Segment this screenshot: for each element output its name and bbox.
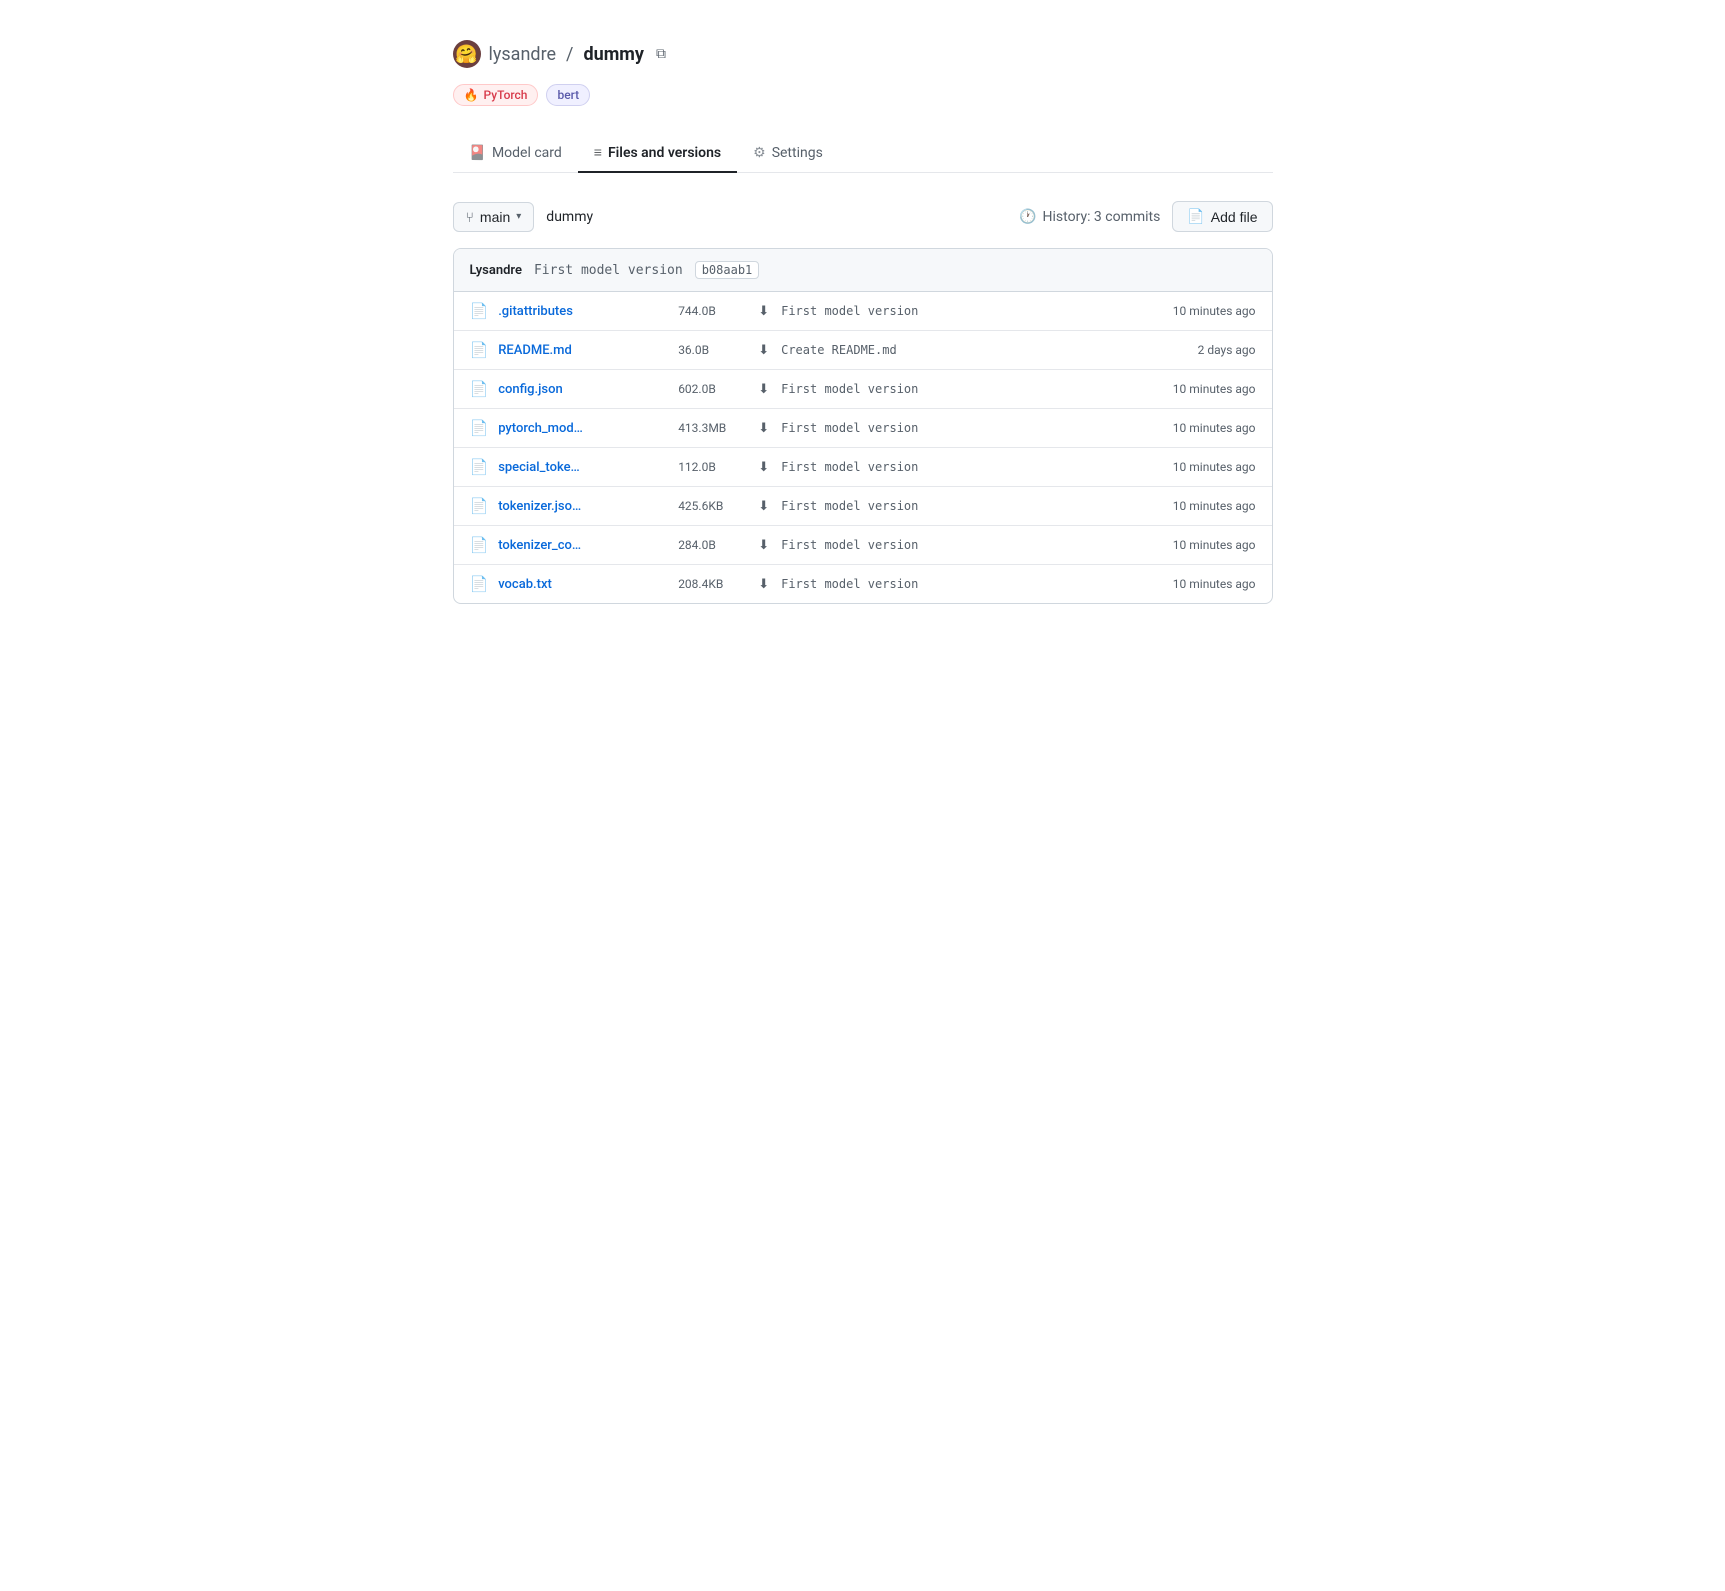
- file-table: Lysandre First model version b08aab1 📄 .…: [453, 248, 1273, 604]
- table-row: 📄 vocab.txt 208.4KB ⬇ First model versio…: [454, 565, 1272, 603]
- file-icon: 📄: [470, 380, 489, 398]
- tag-pytorch[interactable]: 🔥 PyTorch: [453, 84, 539, 106]
- file-icon: 📄: [470, 458, 489, 476]
- file-size: 208.4KB: [678, 577, 758, 591]
- settings-icon: ⚙: [753, 145, 766, 161]
- tabs: 🎴 Model card ≡ Files and versions ⚙ Sett…: [453, 134, 1273, 173]
- file-time: 10 minutes ago: [1136, 460, 1256, 474]
- file-plus-icon: 📄: [1187, 208, 1204, 225]
- add-file-button[interactable]: 📄 Add file: [1172, 201, 1272, 232]
- tab-settings[interactable]: ⚙ Settings: [737, 134, 839, 173]
- file-name[interactable]: README.md: [498, 343, 678, 358]
- file-commit: First model version: [781, 382, 1135, 396]
- table-row: 📄 pytorch_mod… 413.3MB ⬇ First model ver…: [454, 409, 1272, 448]
- history-label: History: 3 commits: [1043, 209, 1161, 225]
- download-icon[interactable]: ⬇: [758, 460, 769, 475]
- file-icon: 📄: [470, 302, 489, 320]
- file-size: 112.0B: [678, 460, 758, 474]
- tab-model-card[interactable]: 🎴 Model card: [453, 134, 578, 173]
- copy-icon[interactable]: ⧉: [656, 46, 666, 62]
- download-icon[interactable]: ⬇: [758, 343, 769, 358]
- file-name[interactable]: tokenizer_co…: [498, 538, 678, 553]
- toolbar-right: 🕐 History: 3 commits 📄 Add file: [1019, 201, 1272, 232]
- file-icon: 📄: [470, 341, 489, 359]
- file-time: 10 minutes ago: [1136, 382, 1256, 396]
- branch-icon: ⑂: [466, 209, 474, 225]
- file-commit: Create README.md: [781, 343, 1135, 357]
- current-path: dummy: [546, 209, 593, 225]
- file-size: 36.0B: [678, 343, 758, 357]
- file-name[interactable]: pytorch_mod…: [498, 421, 678, 436]
- branch-name: main: [480, 209, 510, 225]
- tags: 🔥 PyTorch bert: [453, 84, 1273, 106]
- file-icon: 📄: [470, 536, 489, 554]
- file-commit: First model version: [781, 538, 1135, 552]
- file-time: 10 minutes ago: [1136, 304, 1256, 318]
- file-commit: First model version: [781, 499, 1135, 513]
- file-name[interactable]: .gitattributes: [498, 304, 678, 319]
- tag-bert[interactable]: bert: [546, 84, 590, 106]
- clock-icon: 🕐: [1019, 209, 1036, 225]
- file-time: 10 minutes ago: [1136, 499, 1256, 513]
- file-name[interactable]: config.json: [498, 382, 678, 397]
- download-icon[interactable]: ⬇: [758, 538, 769, 553]
- download-icon[interactable]: ⬇: [758, 577, 769, 592]
- toolbar: ⑂ main ▾ dummy 🕐 History: 3 commits 📄 Ad…: [453, 201, 1273, 232]
- tab-files-and-versions[interactable]: ≡ Files and versions: [578, 134, 737, 173]
- repo-name[interactable]: dummy: [583, 44, 643, 65]
- file-size: 602.0B: [678, 382, 758, 396]
- commit-hash[interactable]: b08aab1: [695, 261, 760, 279]
- file-time: 10 minutes ago: [1136, 577, 1256, 591]
- file-time: 10 minutes ago: [1136, 538, 1256, 552]
- table-row: 📄 special_toke… 112.0B ⬇ First model ver…: [454, 448, 1272, 487]
- table-row: 📄 tokenizer_co… 284.0B ⬇ First model ver…: [454, 526, 1272, 565]
- repo-owner[interactable]: lysandre: [489, 44, 557, 65]
- file-time: 10 minutes ago: [1136, 421, 1256, 435]
- chevron-down-icon: ▾: [516, 211, 521, 222]
- download-icon[interactable]: ⬇: [758, 421, 769, 436]
- table-row: 📄 tokenizer.jso… 425.6KB ⬇ First model v…: [454, 487, 1272, 526]
- file-commit: First model version: [781, 304, 1135, 318]
- repo-header: 🤗 lysandre / dummy ⧉: [453, 40, 1273, 68]
- file-time: 2 days ago: [1136, 343, 1256, 357]
- download-icon[interactable]: ⬇: [758, 304, 769, 319]
- download-icon[interactable]: ⬇: [758, 499, 769, 514]
- file-commit: First model version: [781, 577, 1135, 591]
- table-row: 📄 README.md 36.0B ⬇ Create README.md 2 d…: [454, 331, 1272, 370]
- avatar: 🤗: [453, 40, 481, 68]
- file-commit: First model version: [781, 421, 1135, 435]
- file-size: 425.6KB: [678, 499, 758, 513]
- commit-header: Lysandre First model version b08aab1: [454, 249, 1272, 292]
- tab-model-card-label: Model card: [492, 145, 562, 161]
- tab-settings-label: Settings: [772, 145, 823, 161]
- branch-button[interactable]: ⑂ main ▾: [453, 202, 535, 232]
- history-button[interactable]: 🕐 History: 3 commits: [1019, 209, 1160, 225]
- tag-pytorch-label: PyTorch: [483, 88, 527, 102]
- file-name[interactable]: tokenizer.jso…: [498, 499, 678, 514]
- repo-slash: /: [566, 44, 573, 65]
- file-icon: 📄: [470, 419, 489, 437]
- table-row: 📄 config.json 602.0B ⬇ First model versi…: [454, 370, 1272, 409]
- add-file-label: Add file: [1211, 209, 1258, 225]
- commit-message: First model version: [534, 263, 683, 278]
- file-name[interactable]: special_toke…: [498, 460, 678, 475]
- file-icon: 📄: [470, 497, 489, 515]
- file-name[interactable]: vocab.txt: [498, 577, 678, 592]
- tag-bert-label: bert: [557, 88, 579, 102]
- file-size: 284.0B: [678, 538, 758, 552]
- model-card-icon: 🎴: [469, 145, 486, 161]
- toolbar-left: ⑂ main ▾ dummy: [453, 202, 594, 232]
- table-row: 📄 .gitattributes 744.0B ⬇ First model ve…: [454, 292, 1272, 331]
- tab-files-label: Files and versions: [608, 145, 721, 161]
- commit-author: Lysandre: [470, 263, 522, 278]
- pytorch-fire-icon: 🔥: [464, 88, 479, 102]
- files-icon: ≡: [594, 144, 602, 161]
- file-size: 744.0B: [678, 304, 758, 318]
- download-icon[interactable]: ⬇: [758, 382, 769, 397]
- file-icon: 📄: [470, 575, 489, 593]
- file-commit: First model version: [781, 460, 1135, 474]
- file-size: 413.3MB: [678, 421, 758, 435]
